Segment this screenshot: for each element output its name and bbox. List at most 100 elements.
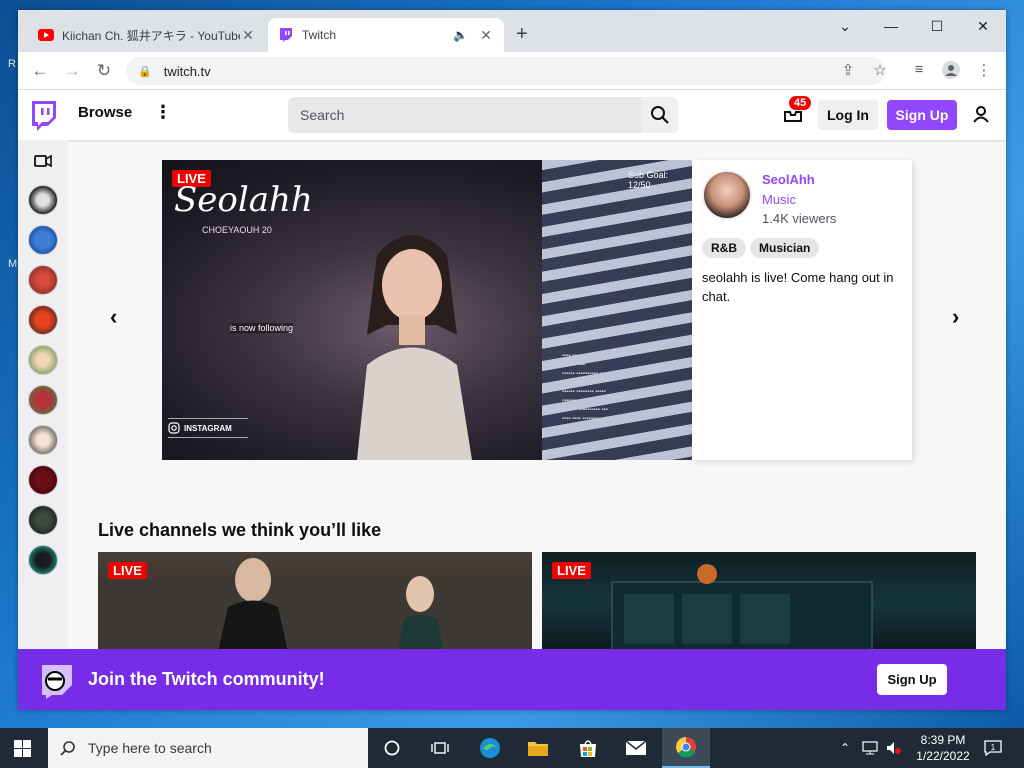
- overlay-chat: ▪▪▪▪ ▪▪▪▪▪▪ ▪▪▪▪▪ ▪▪▪▪▪▪▪ ▪▪▪ ▪▪▪▪▪▪ ▪▪▪…: [562, 353, 608, 422]
- desktop-icon-fragment: M: [8, 258, 18, 270]
- tab-strip: Kiichan Ch. 狐井アキラ - YouTube ✕ Twitch 🔈 ✕…: [18, 10, 1006, 52]
- close-icon[interactable]: ✕: [960, 18, 1006, 35]
- banner-signup-button[interactable]: Sign Up: [877, 664, 947, 695]
- signup-button[interactable]: Sign Up: [887, 100, 957, 130]
- system-clock[interactable]: 8:39 PM 1/22/2022: [908, 732, 978, 764]
- channel-avatar[interactable]: [28, 385, 58, 415]
- thumbnail-scene: [611, 564, 873, 652]
- stream-thumbnail[interactable]: LIVE: [98, 552, 532, 652]
- forward-icon[interactable]: →: [62, 61, 82, 81]
- browser-toolbar: ← → ↻ 🔒 twitch.tv ⇪ ☆ ≡ ⋮: [18, 52, 1006, 90]
- tab-title: Twitch: [302, 28, 337, 42]
- live-badge: LIVE: [552, 562, 591, 579]
- twitch-logo-icon[interactable]: [30, 101, 56, 136]
- more-options-icon[interactable]: ⋮: [154, 102, 172, 123]
- channel-avatar[interactable]: [28, 345, 58, 375]
- taskbar-search-input[interactable]: Type here to search: [48, 728, 368, 768]
- search-icon: [60, 741, 75, 756]
- taskbar-search-placeholder: Type here to search: [88, 740, 212, 756]
- youtube-icon: [38, 27, 54, 43]
- tag-chip[interactable]: R&B: [702, 238, 746, 258]
- channel-avatar[interactable]: [28, 465, 58, 495]
- notification-badge: 45: [789, 96, 812, 110]
- windows-start-icon[interactable]: [14, 740, 31, 762]
- media-control-icon[interactable]: ≡: [909, 61, 929, 78]
- twitch-page: Browse ⋮ Search 45 Log In Sign Up ‹ › LI…: [18, 90, 1006, 710]
- channel-avatar[interactable]: [28, 505, 58, 535]
- join-community-banner: Join the Twitch community! Sign Up: [18, 649, 1006, 710]
- speaker-icon[interactable]: 🔈: [453, 28, 468, 42]
- close-tab-icon[interactable]: ✕: [478, 27, 494, 44]
- streamer-figure: [357, 235, 472, 460]
- address-bar[interactable]: 🔒 twitch.tv: [126, 57, 886, 85]
- maximize-icon[interactable]: ☐: [914, 18, 960, 35]
- carousel-next-icon[interactable]: ›: [952, 304, 959, 330]
- clock-date: 1/22/2022: [916, 749, 970, 763]
- chrome-icon[interactable]: [662, 728, 710, 768]
- network-icon[interactable]: [862, 728, 878, 768]
- section-title: Live channels we think you’ll like: [98, 520, 382, 540]
- thumbnail-scene: [98, 558, 532, 652]
- overlay-handle: CHOEYAOUH 20: [202, 225, 272, 235]
- tab-title: Kiichan Ch. 狐井アキラ - YouTube: [62, 28, 240, 43]
- channel-name-link[interactable]: SeolAhh: [762, 172, 815, 187]
- svg-text:1: 1: [991, 743, 996, 752]
- close-tab-icon[interactable]: ✕: [240, 27, 256, 44]
- instagram-label: INSTAGRAM: [184, 423, 232, 433]
- overlay-instagram: INSTAGRAM: [168, 418, 248, 438]
- menu-kebab-icon[interactable]: ⋮: [974, 61, 994, 79]
- tab-twitch[interactable]: Twitch 🔈 ✕: [268, 18, 504, 52]
- tag-chip[interactable]: Musician: [750, 238, 820, 258]
- search-button[interactable]: [642, 97, 678, 133]
- action-center-icon[interactable]: 1: [984, 740, 1002, 761]
- minimize-icon[interactable]: —: [868, 18, 914, 34]
- overlay-follow-alert: is now following: [230, 323, 294, 333]
- bookmark-star-icon[interactable]: ☆: [870, 61, 890, 79]
- category-link[interactable]: Music: [762, 192, 796, 207]
- windows-taskbar: Type here to search ⌃ 8:39 PM 1/22/2022 …: [0, 728, 1024, 768]
- mail-icon[interactable]: [612, 728, 660, 768]
- channel-avatar[interactable]: [28, 225, 58, 255]
- browser-window: Kiichan Ch. 狐井アキラ - YouTube ✕ Twitch 🔈 ✕…: [18, 10, 1006, 710]
- twitch-icon: [278, 27, 294, 43]
- moon-lamp: [502, 333, 522, 373]
- featured-channel-info: SeolAhh Music 1.4K viewers R&B Musician …: [692, 160, 912, 460]
- task-view-icon[interactable]: [416, 728, 464, 768]
- desktop-icon-fragment: R: [8, 58, 16, 70]
- instagram-icon: [168, 422, 180, 434]
- channel-avatar[interactable]: [28, 305, 58, 335]
- channel-avatar[interactable]: [28, 545, 58, 575]
- browse-link[interactable]: Browse: [78, 104, 132, 121]
- featured-stream-player[interactable]: LIVE Seolahh CHOEYAOUH 20 Sub Goal: 12/5…: [162, 160, 692, 460]
- tab-youtube[interactable]: Kiichan Ch. 狐井アキラ - YouTube ✕: [28, 18, 266, 52]
- carousel-prev-icon[interactable]: ‹: [110, 304, 117, 330]
- glitch-mascot-icon: [38, 661, 76, 704]
- search-input[interactable]: Search: [288, 97, 642, 133]
- channel-avatar[interactable]: [28, 265, 58, 295]
- live-badge: LIVE: [108, 562, 147, 579]
- user-icon[interactable]: [972, 105, 990, 128]
- url-text: twitch.tv: [163, 63, 211, 79]
- stream-thumbnail[interactable]: LIVE: [542, 552, 976, 652]
- cortana-icon[interactable]: [368, 728, 416, 768]
- edge-icon[interactable]: [466, 728, 514, 768]
- new-tab-icon[interactable]: +: [516, 24, 528, 44]
- video-camera-icon[interactable]: [34, 154, 52, 172]
- file-explorer-icon[interactable]: [514, 728, 562, 768]
- chevron-up-icon[interactable]: ⌃: [840, 728, 850, 768]
- channel-avatar[interactable]: [702, 170, 752, 220]
- overlay-sub-goal: Sub Goal: 12/50: [628, 170, 669, 190]
- profile-icon[interactable]: [941, 61, 961, 83]
- reload-icon[interactable]: ↻: [94, 61, 114, 81]
- channel-description: seolahh is live! Come hang out in chat.: [702, 270, 894, 304]
- login-button[interactable]: Log In: [818, 100, 878, 130]
- channel-avatar[interactable]: [28, 185, 58, 215]
- clock-time: 8:39 PM: [920, 733, 966, 747]
- viewer-count: 1.4K viewers: [762, 211, 837, 226]
- back-icon[interactable]: ←: [30, 61, 50, 81]
- store-icon[interactable]: [564, 728, 612, 768]
- channel-avatar[interactable]: [28, 425, 58, 455]
- chevron-down-icon[interactable]: ⌄: [822, 18, 868, 35]
- share-icon[interactable]: ⇪: [838, 61, 858, 79]
- volume-muted-icon[interactable]: [886, 728, 902, 768]
